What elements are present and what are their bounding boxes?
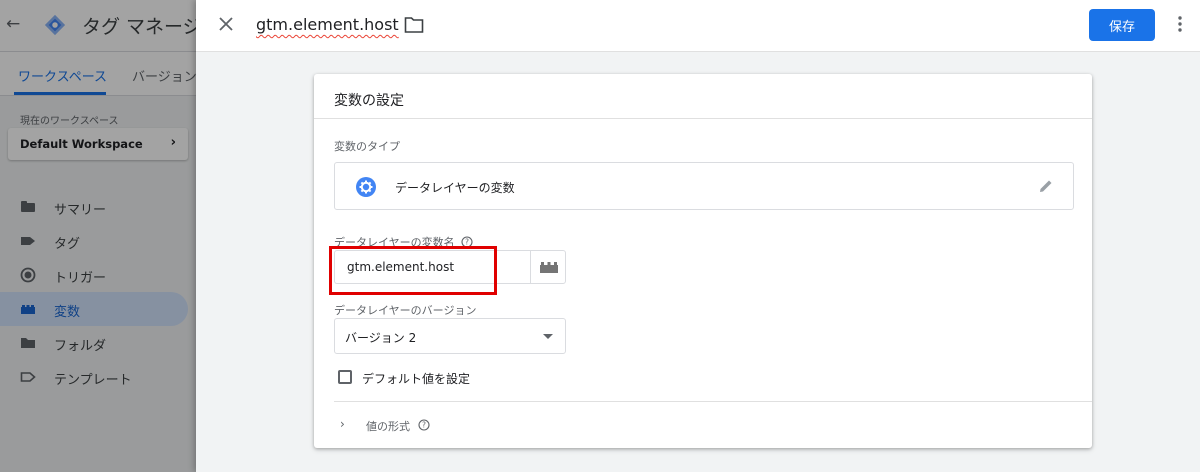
help-icon[interactable]: ?: [418, 419, 430, 431]
datalayer-version-label: データレイヤーのバージョン: [334, 304, 477, 317]
variable-editor-sheet: gtm.element.host 保存 変数の設定 変数のタイプ データレイヤー…: [196, 0, 1200, 472]
chevron-right-icon: ›: [340, 417, 345, 431]
default-value-label[interactable]: デフォルト値を設定: [362, 370, 470, 387]
datalayer-version-select[interactable]: バージョン 2: [334, 318, 566, 354]
datalayer-name-label-row: データレイヤーの変数名?: [334, 234, 473, 250]
variable-picker-icon: [540, 262, 558, 273]
save-button[interactable]: 保存: [1089, 9, 1155, 41]
sheet-header: gtm.element.host 保存: [196, 0, 1200, 52]
svg-text:?: ?: [422, 421, 426, 430]
selected-version: バージョン 2: [345, 331, 417, 345]
variable-name-title[interactable]: gtm.element.host: [256, 15, 399, 34]
card-title: 変数の設定: [334, 93, 404, 109]
variable-type-label: 変数のタイプ: [334, 140, 400, 153]
variable-type-name: データレイヤーの変数: [395, 181, 515, 195]
divider: [314, 118, 1092, 119]
insert-variable-button[interactable]: [530, 250, 566, 284]
help-icon[interactable]: ?: [461, 236, 473, 248]
variable-type-selector[interactable]: データレイヤーの変数: [334, 162, 1074, 210]
default-value-checkbox[interactable]: [338, 370, 352, 384]
value-format-expander[interactable]: › 値の形式 ?: [334, 414, 634, 436]
folder-outline-icon[interactable]: [404, 16, 424, 34]
datalayer-name-label: データレイヤーの変数名: [334, 236, 455, 249]
variable-config-card: 変数の設定 変数のタイプ データレイヤーの変数 データレイヤーの変数名? データ…: [314, 74, 1092, 448]
datalayer-variable-name-input[interactable]: [334, 250, 530, 284]
dropdown-arrow-icon: [543, 334, 553, 339]
value-format-label: 値の形式: [366, 420, 410, 433]
svg-text:?: ?: [465, 238, 469, 247]
more-vert-icon[interactable]: [1170, 14, 1190, 34]
close-icon[interactable]: [216, 14, 236, 34]
settings-gear-icon: [356, 177, 376, 197]
divider: [334, 401, 1092, 402]
edit-pencil-icon[interactable]: [1037, 177, 1055, 195]
